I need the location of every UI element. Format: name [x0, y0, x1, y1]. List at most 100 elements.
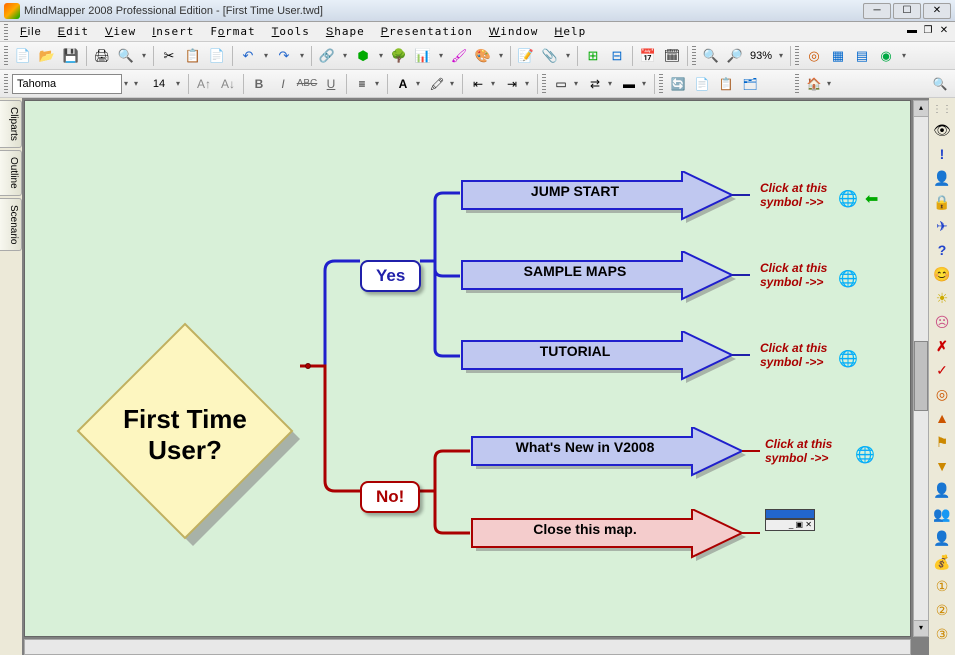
align-button[interactable]: ≡ — [351, 73, 373, 95]
root-node[interactable]: First Time User? — [70, 316, 300, 546]
menu-window[interactable]: Window — [481, 23, 547, 40]
paste-button[interactable]: 📄 — [206, 45, 228, 67]
dropdown[interactable]: ▾ — [297, 51, 307, 60]
whats-new-node[interactable]: What's New in V2008 — [470, 427, 740, 471]
refresh-button[interactable]: 🔄 — [667, 73, 689, 95]
font-selector[interactable] — [12, 74, 122, 94]
tab-cliparts[interactable]: Cliparts — [0, 100, 22, 148]
user3-icon[interactable]: 👤 — [933, 529, 951, 547]
dropdown[interactable]: ▾ — [416, 79, 424, 88]
dropdown[interactable]: ▾ — [375, 79, 383, 88]
maximize-button[interactable]: ☐ — [893, 3, 921, 19]
outdent-button[interactable]: ⇤ — [467, 73, 489, 95]
map1-button[interactable]: ⊞ — [582, 45, 604, 67]
menu-help[interactable]: Help — [546, 23, 594, 40]
number-2-icon[interactable]: ② — [933, 601, 951, 619]
dropdown[interactable]: ▾ — [899, 51, 909, 60]
menu-insert[interactable]: Insert — [144, 23, 202, 40]
strike-button[interactable]: ABC — [296, 73, 318, 95]
home-button[interactable]: 🏠 — [803, 73, 825, 95]
font-dropdown[interactable]: ▾ — [124, 79, 132, 88]
node-button[interactable]: ⬢ — [352, 45, 374, 67]
brush-button[interactable]: 🖌 — [448, 45, 470, 67]
clip-button[interactable]: 🗂 — [739, 73, 761, 95]
shape1-button[interactable]: ▭ — [550, 73, 572, 95]
money-icon[interactable]: 💰 — [933, 553, 951, 571]
bold-button[interactable]: B — [248, 73, 270, 95]
yes-node[interactable]: Yes — [360, 260, 421, 292]
attach-button[interactable]: 📎 — [539, 45, 561, 67]
view2-button[interactable]: ▦ — [827, 45, 849, 67]
tree-button[interactable]: 🌳 — [388, 45, 410, 67]
italic-button[interactable]: I — [272, 73, 294, 95]
user1-icon[interactable]: 👤 — [933, 481, 951, 499]
number-1-icon[interactable]: ① — [933, 577, 951, 595]
menu-tools[interactable]: Tools — [264, 23, 318, 40]
scroll-thumb[interactable] — [914, 341, 928, 411]
indent-button[interactable]: ⇥ — [501, 73, 523, 95]
note-button[interactable]: 📝 — [515, 45, 537, 67]
x-icon[interactable]: ✗ — [933, 337, 951, 355]
preview-button[interactable]: 🔍 — [115, 45, 137, 67]
dropdown[interactable]: ▾ — [376, 51, 386, 60]
canvas[interactable]: First Time User? Yes No! JUMP START SAMP… — [24, 100, 911, 637]
close-button[interactable]: ✕ — [923, 3, 951, 19]
sun-icon[interactable]: ☀ — [933, 289, 951, 307]
dropdown[interactable]: ▾ — [340, 51, 350, 60]
globe-icon[interactable]: 🌐 — [838, 349, 858, 369]
dropdown[interactable]: ▾ — [450, 79, 458, 88]
redo-button[interactable]: ↷ — [273, 45, 295, 67]
sad-icon[interactable]: ☹ — [933, 313, 951, 331]
shrink-font-button[interactable]: A↓ — [217, 73, 239, 95]
dropdown[interactable]: ▾ — [436, 51, 446, 60]
smile-icon[interactable]: 😊 — [933, 265, 951, 283]
globe-icon[interactable]: 🌐 — [838, 189, 858, 209]
new-button[interactable]: 📄 — [12, 45, 34, 67]
tab-scenario[interactable]: Scenario — [0, 198, 22, 251]
view3-button[interactable]: ▤ — [851, 45, 873, 67]
cut-button[interactable]: ✂ — [158, 45, 180, 67]
chart-button[interactable]: 📊 — [412, 45, 434, 67]
question-icon[interactable]: ? — [933, 241, 951, 259]
dropdown[interactable]: ▾ — [261, 51, 271, 60]
flag-icon[interactable]: ⚑ — [933, 433, 951, 451]
zoom-in-button[interactable]: 🔍 — [700, 45, 722, 67]
gantt-button[interactable]: 📅 — [637, 45, 659, 67]
list-button[interactable]: 📋 — [715, 73, 737, 95]
open-button[interactable]: 📂 — [36, 45, 58, 67]
dropdown[interactable]: ▾ — [608, 79, 616, 88]
tab-outline[interactable]: Outline — [0, 150, 22, 196]
search-button[interactable]: 🔍 — [929, 73, 951, 95]
lock-icon[interactable]: 🔒 — [933, 193, 951, 211]
menu-view[interactable]: View — [97, 23, 144, 40]
sample-maps-node[interactable]: SAMPLE MAPS — [460, 251, 730, 295]
up-icon[interactable]: ▲ — [933, 409, 951, 427]
menu-shape[interactable]: Shape — [318, 23, 373, 40]
globe-icon[interactable]: 🌐 — [855, 445, 875, 465]
eye-icon[interactable]: 👁 — [933, 121, 951, 139]
size-smaller[interactable]: ▾ — [134, 79, 142, 88]
shape2-button[interactable]: ⇄ — [584, 73, 606, 95]
mdi-restore[interactable]: ❐ — [921, 25, 935, 39]
vertical-scrollbar[interactable]: ▴ ▾ — [913, 100, 929, 637]
scroll-down-button[interactable]: ▾ — [914, 620, 928, 636]
globe-icon[interactable]: 🌐 — [838, 269, 858, 289]
size-larger[interactable]: ▾ — [176, 79, 184, 88]
dropdown[interactable]: ▾ — [827, 79, 835, 88]
number-3-icon[interactable]: ③ — [933, 625, 951, 643]
minimize-button[interactable]: ─ — [863, 3, 891, 19]
dropdown[interactable]: ▾ — [642, 79, 650, 88]
undo-button[interactable]: ↶ — [237, 45, 259, 67]
exclaim-icon[interactable]: ! — [933, 145, 951, 163]
grow-font-button[interactable]: A↑ — [193, 73, 215, 95]
save-button[interactable]: 💾 — [60, 45, 82, 67]
close-map-node[interactable]: Close this map. — [470, 509, 740, 553]
schedule-button[interactable]: 🗓 — [661, 45, 683, 67]
dropdown[interactable]: ▾ — [491, 79, 499, 88]
dropdown[interactable]: ▾ — [525, 79, 533, 88]
down-icon[interactable]: ▼ — [933, 457, 951, 475]
no-node[interactable]: No! — [360, 481, 420, 513]
menu-format[interactable]: Format — [202, 23, 263, 40]
menu-file[interactable]: File — [12, 23, 50, 40]
menu-presentation[interactable]: Presentation — [373, 23, 481, 40]
